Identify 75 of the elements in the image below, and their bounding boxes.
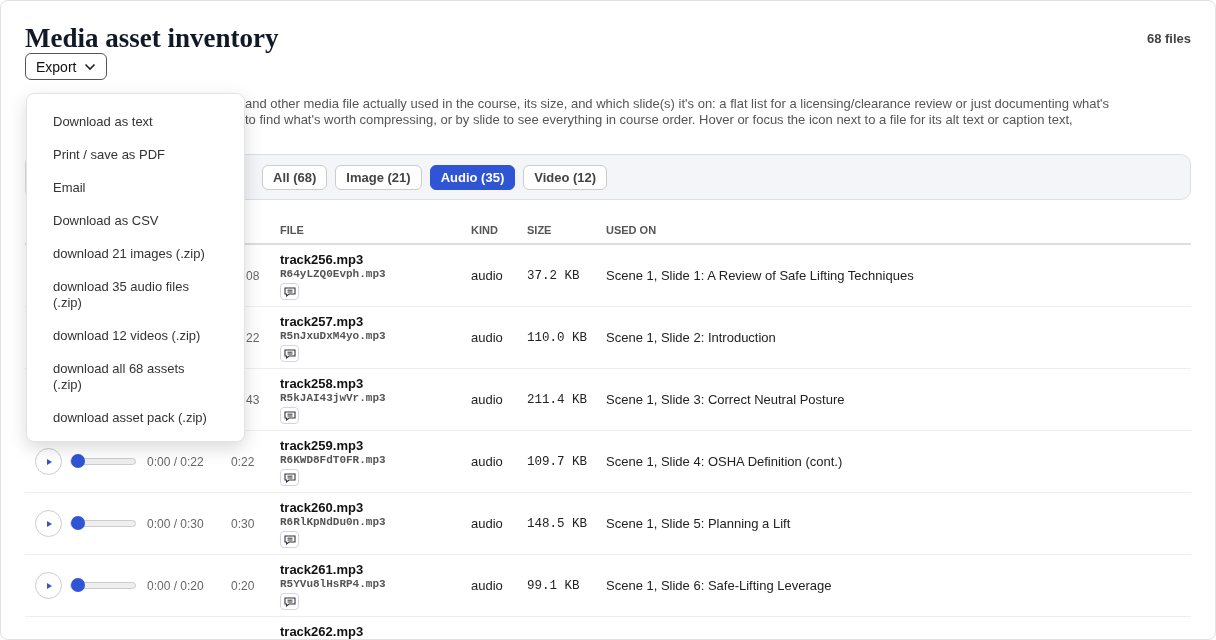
source-file-name: R6RlKpNdDu0n.mp3 <box>280 515 386 530</box>
play-icon <box>44 581 53 590</box>
menu-item[interactable]: Download as CSV <box>27 205 241 238</box>
menu-item[interactable]: download 21 images (.zip) <box>27 238 241 271</box>
size-text: 148.5 KB <box>527 516 587 531</box>
file-name: track257.mp3 <box>280 314 364 329</box>
file-name: track259.mp3 <box>280 438 364 453</box>
menu-item[interactable]: download 35 audio files (.zip) <box>27 271 241 320</box>
slide-reference: Scene 1, Slide 5: Planning a Lift <box>606 516 791 531</box>
source-file-name: R5nJxuDxM4yo.mp3 <box>280 329 386 344</box>
export-button[interactable]: Export <box>25 53 108 80</box>
file-name: track262.mp3 <box>280 624 364 639</box>
playback-time: 0:00 / 0:22 <box>147 454 205 469</box>
column-header: SIZE <box>527 223 552 236</box>
play-icon <box>44 457 53 466</box>
slider-thumb[interactable] <box>71 578 85 592</box>
kind-text: audio <box>471 578 503 593</box>
duration-text: 22 <box>246 330 261 345</box>
kind-text: audio <box>471 454 503 469</box>
duration-text: 08 <box>246 268 261 283</box>
description-text: and other media file actually used in the course, its size, and which slide(s) it's on: a flat list for a licensing/clearance review or just documenting what's <box>245 96 1111 112</box>
file-name: track258.mp3 <box>280 376 364 391</box>
duration-text: 0:22 <box>231 454 255 469</box>
page-title: Media asset inventory <box>25 23 279 53</box>
file-count: 68 files <box>1146 31 1191 46</box>
caption-button[interactable] <box>280 407 299 424</box>
column-header: USED ON <box>606 223 657 236</box>
slide-reference: Scene 1, Slide 4: OSHA Definition (cont.) <box>606 454 843 469</box>
kind-text: audio <box>471 392 503 407</box>
size-text: 37.2 KB <box>527 268 580 283</box>
description-text: to find what's worth compressing, or by slide to see everything in course order. Hover or focus the icon next to a file for its alt text or caption text, <box>245 112 1074 128</box>
column-header: FILE <box>280 223 304 236</box>
chevron-down-icon <box>84 62 97 71</box>
size-text: 99.1 KB <box>527 578 580 593</box>
slider-thumb[interactable] <box>71 516 85 530</box>
slide-reference: Scene 1, Slide 1: A Review of Safe Lifting Techniques <box>606 268 914 283</box>
caption-button[interactable] <box>280 593 299 610</box>
play-icon <box>44 519 53 528</box>
filter-chip[interactable]: Audio (35) <box>429 164 516 190</box>
source-file-name: R64yLZQ0Evph.mp3 <box>280 267 386 282</box>
menu-item[interactable]: download 12 videos (.zip) <box>27 320 241 353</box>
duration-text: 0:20 <box>231 578 255 593</box>
filter-chip[interactable]: Video (12) <box>523 164 608 190</box>
kind-text: audio <box>471 330 503 345</box>
slide-reference: Scene 1, Slide 6: Safe-Lifting Leverage <box>606 578 832 593</box>
filter-chip[interactable]: All (68) <box>262 164 328 190</box>
kind-text: audio <box>471 516 503 531</box>
source-file-name: R5YVu8lHsRP4.mp3 <box>280 577 386 592</box>
caption-button[interactable] <box>280 283 299 300</box>
slide-reference: Scene 1, Slide 2: Introduction <box>606 330 776 345</box>
playback-time: 0:00 / 0:20 <box>147 578 205 593</box>
caption-button[interactable] <box>280 469 299 486</box>
duration-text: 43 <box>246 392 261 407</box>
menu-item[interactable]: download all 68 assets (.zip) <box>27 353 241 402</box>
size-text: 109.7 KB <box>527 454 587 469</box>
source-file-name: R5kJAI43jwVr.mp3 <box>280 391 386 406</box>
menu-item[interactable]: download asset pack (.zip) <box>27 402 241 435</box>
menu-item[interactable]: Print / save as PDF <box>27 139 241 172</box>
file-name: track260.mp3 <box>280 500 364 515</box>
caption-button[interactable] <box>280 345 299 362</box>
kind-text: audio <box>471 268 503 283</box>
playback-time: 0:00 / 0:30 <box>147 516 205 531</box>
file-name: track261.mp3 <box>280 562 364 577</box>
file-name: track256.mp3 <box>280 252 364 267</box>
menu-item[interactable]: Email <box>27 172 241 205</box>
caption-button[interactable] <box>280 531 299 548</box>
slide-reference: Scene 1, Slide 3: Correct Neutral Posture <box>606 392 845 407</box>
size-text: 110.0 KB <box>527 330 587 345</box>
menu-item[interactable]: Download as text <box>27 106 241 139</box>
slider-thumb[interactable] <box>71 454 85 468</box>
source-file-name: R6KWD8FdT0FR.mp3 <box>280 453 386 468</box>
filter-chip[interactable]: Image (21) <box>335 164 422 190</box>
column-header: KIND <box>471 223 498 236</box>
size-text: 211.4 KB <box>527 392 587 407</box>
duration-text: 0:30 <box>231 516 255 531</box>
